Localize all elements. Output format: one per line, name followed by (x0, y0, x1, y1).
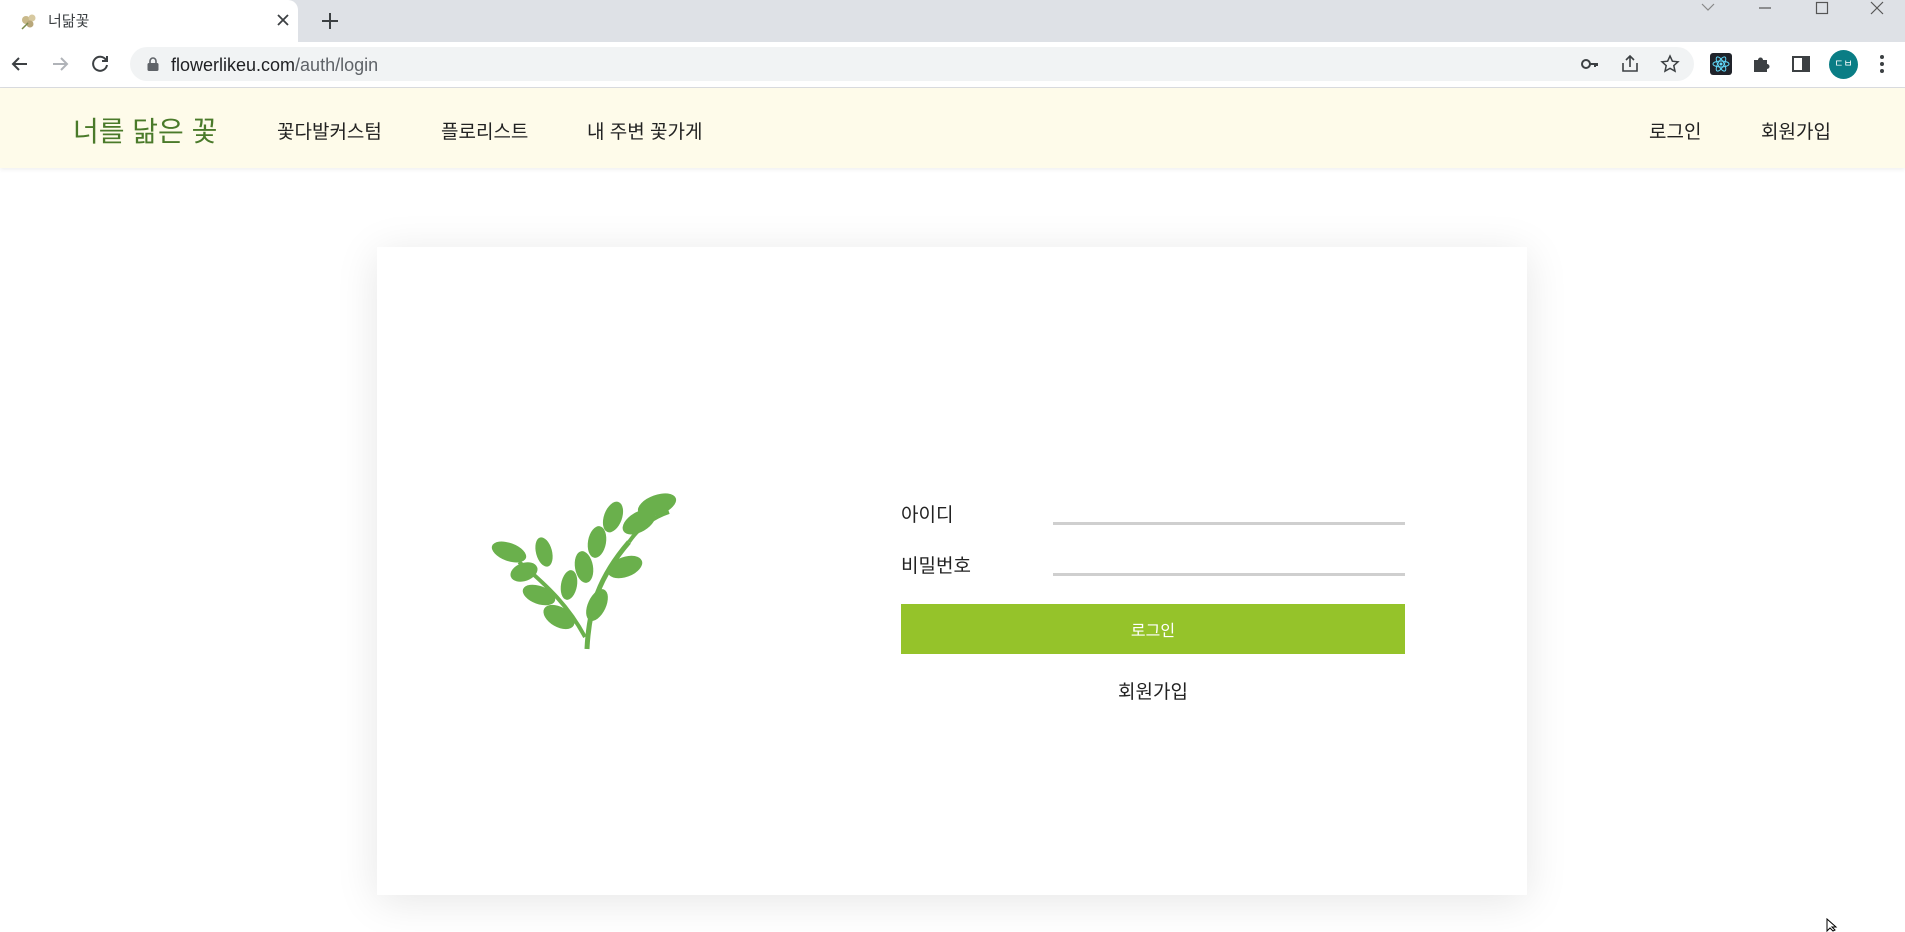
id-label: 아이디 (901, 505, 954, 526)
mouse-cursor-icon (1826, 918, 1838, 932)
lock-icon[interactable] (146, 56, 160, 72)
tab-search-icon[interactable] (1680, 0, 1736, 16)
maximize-icon[interactable] (1794, 0, 1850, 16)
password-input[interactable] (1053, 548, 1405, 576)
login-button[interactable]: 로그인 (901, 604, 1405, 654)
url-path: /auth/login (295, 55, 379, 75)
browser-toolbar: flowerlikeu.com/auth/login ㄷㅂ (0, 42, 1905, 88)
share-icon[interactable] (1620, 54, 1640, 74)
puzzle-icon[interactable] (1750, 53, 1772, 75)
address-bar[interactable]: flowerlikeu.com/auth/login (130, 47, 1694, 81)
nav-link-florist[interactable]: 플로리스트 (441, 117, 528, 144)
tab-title: 너닮꽃 (48, 13, 90, 30)
reload-icon[interactable] (87, 51, 113, 77)
login-card: 아이디 비밀번호 로그인 회원가입 (377, 247, 1527, 895)
key-icon[interactable] (1580, 54, 1600, 74)
window-close-icon[interactable] (1849, 0, 1905, 16)
signup-link[interactable]: 회원가입 (901, 677, 1405, 704)
nav-link-custom[interactable]: 꽃다발커스텀 (277, 117, 382, 144)
nav-link-nearby[interactable]: 내 주변 꽃가게 (587, 117, 702, 144)
forward-icon[interactable] (47, 51, 73, 77)
browser-tab-strip: 너닮꽃 (0, 0, 1905, 42)
close-icon[interactable] (273, 10, 293, 30)
back-icon[interactable] (7, 51, 33, 77)
plant-illustration (491, 493, 677, 650)
brand-logo[interactable]: 너를 닮은 꽃 (73, 110, 217, 150)
flower-favicon-icon (21, 14, 36, 30)
nav-link-login[interactable]: 로그인 (1649, 117, 1701, 144)
nav-link-signup[interactable]: 회원가입 (1761, 117, 1831, 144)
url-text[interactable]: flowerlikeu.com/auth/login (171, 55, 378, 76)
menu-icon[interactable] (1871, 53, 1893, 75)
password-label: 비밀번호 (901, 556, 971, 577)
site-header: 너를 닮은 꽃 꽃다발커스텀 플로리스트 내 주변 꽃가게 로그인 회원가입 (0, 88, 1905, 168)
minimize-icon[interactable] (1737, 0, 1793, 16)
plus-icon[interactable] (318, 9, 342, 33)
browser-tab[interactable]: 너닮꽃 (0, 0, 298, 42)
url-host: flowerlikeu.com (171, 55, 296, 75)
profile-avatar[interactable]: ㄷㅂ (1829, 50, 1858, 79)
id-input[interactable] (1053, 497, 1405, 525)
side-panel-icon[interactable] (1790, 53, 1812, 75)
react-extension-icon[interactable] (1710, 53, 1732, 75)
star-icon[interactable] (1660, 54, 1680, 74)
